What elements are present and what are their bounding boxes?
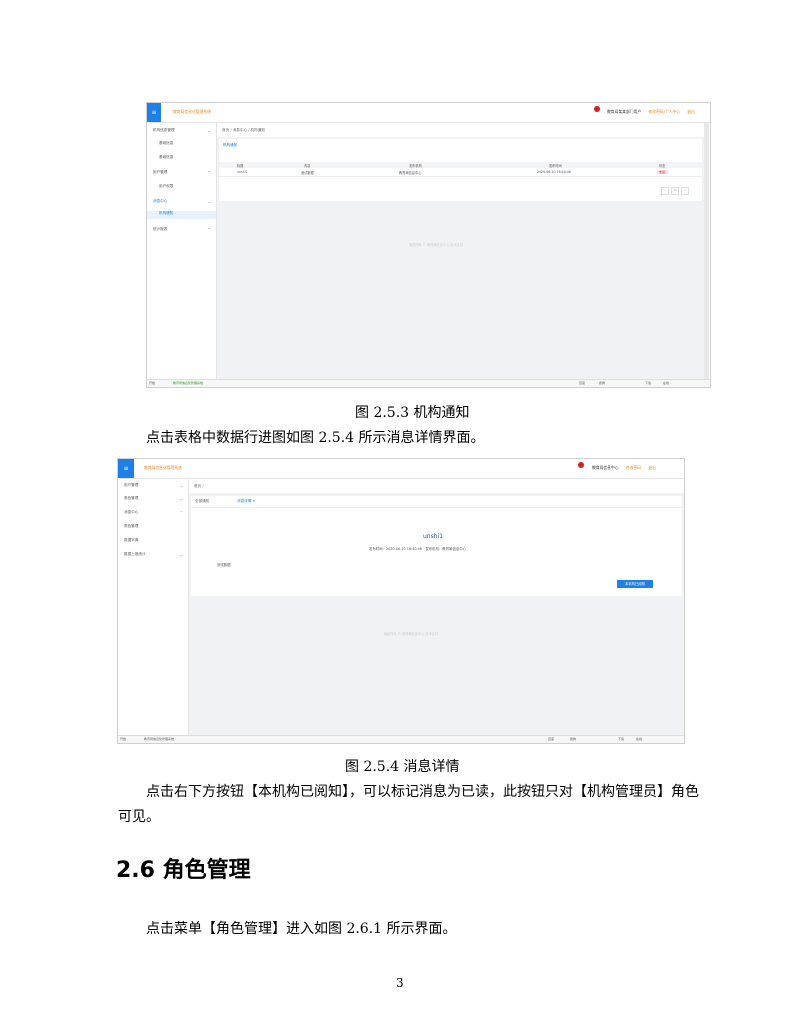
screenshot-institution-notice: ≡ 教育局信息化管理系统 教育局某某部门用户 修改密码/个人中心 退出 机构信息…	[146, 102, 711, 388]
taskbar-item[interactable]: 教育局信息化管理系统	[173, 381, 203, 385]
taskbar-start[interactable]: 开始	[149, 381, 155, 385]
cell-org: 教育局信息中心	[399, 171, 422, 175]
vertical-scrollbar[interactable]	[704, 123, 709, 380]
table-header-time: 发布时间	[549, 164, 562, 168]
breadcrumb: 首页 /	[194, 484, 204, 488]
notification-bell-icon[interactable]	[578, 462, 584, 468]
sidebar-item-report-stats[interactable]: 数据上报统计 ⌄	[118, 552, 188, 557]
sidebar-item-basic-info-2[interactable]: 基础信息	[147, 155, 216, 160]
sidebar-item-role-mgmt-2[interactable]: 角色管理	[118, 524, 188, 529]
header-user[interactable]: 教育局信息中心	[592, 465, 619, 470]
sidebar: 用户管理 ⌄ 角色管理 ⌄ 消息中心 ⌃ 角色管理 数据字典 数据上报统计 ⌄	[118, 479, 189, 736]
sidebar-item-user-perm[interactable]: 用户权限	[147, 184, 216, 189]
message-body: 测试数据	[217, 563, 231, 567]
taskbar-right-3[interactable]: 下载	[618, 737, 624, 741]
table-header-org: 发布机构	[409, 164, 422, 168]
detail-panel: 全部通知 消息详情 × unshi1 发布时间：2020-06-10 16:40…	[191, 496, 682, 596]
acknowledge-button[interactable]: 本机构已阅知	[617, 580, 653, 588]
paragraph-2-line-1: 点击右下方按钮【本机构已阅知】，可以标记消息为已读，此按钮只对【机构管理员】角色	[146, 784, 699, 800]
table-header	[219, 162, 702, 168]
table-row[interactable]: unshi1 测试数据 教育局信息中心 2020-06-10 16:40:46 …	[219, 169, 702, 177]
app-header: ≡ 教育局信息化管理系统 教育局某某部门用户 修改密码/个人中心 退出	[147, 103, 710, 123]
paragraph-2-line-2: 可见。	[118, 809, 160, 825]
pager-prev-button[interactable]: ‹	[661, 187, 669, 195]
sidebar-item-role-mgmt[interactable]: 角色管理 ⌄	[118, 496, 188, 501]
chevron-down-icon: ⌄	[179, 483, 183, 488]
header-right: 教育局某某部门用户 修改密码/个人中心 退出	[601, 109, 695, 115]
cell-time: 2020-06-10 16:40:46	[537, 170, 571, 174]
chevron-down-icon: ⌄	[207, 199, 211, 204]
sidebar: 机构信息管理 ⌄ 基础信息 基础信息 用户管理 ⌃ 用户权限 消息中心 ⌄ 机构通知 …	[147, 123, 217, 380]
header-user[interactable]: 教育局某某部门用户	[607, 109, 641, 114]
taskbar-right-4[interactable]: 在线	[636, 737, 642, 741]
chevron-up-icon: ⌃	[207, 170, 211, 175]
footer-faint-text: 版权所有 © 教育局信息中心 技术支持	[409, 243, 464, 247]
screenshot-message-detail: ≡ 教育局信息化管理系统 教育局信息中心 修改密码 退出 用户管理 ⌄ 角色管理 ⌄…	[117, 458, 685, 744]
sidebar-item-basic-info-1[interactable]: 基础信息	[147, 141, 216, 146]
footer-faint-text: 版权所有 © 教育局信息中心 技术支持	[384, 632, 439, 636]
header-right: 教育局信息中心 修改密码 退出	[586, 465, 656, 471]
header-password-link[interactable]: 修改密码	[626, 465, 641, 470]
app-logo[interactable]: ≡	[118, 459, 134, 478]
taskbar: 开始 教育局信息化管理系统 百度 搜狗 下载 在线	[118, 735, 684, 743]
taskbar-right-2[interactable]: 搜狗	[570, 737, 576, 741]
tab-all-notices[interactable]: 全部通知	[195, 499, 209, 504]
taskbar-right-3[interactable]: 下载	[645, 381, 651, 385]
sidebar-item-user-mgmt[interactable]: 用户管理 ⌃	[147, 170, 216, 175]
tab-divider	[191, 507, 682, 508]
chevron-down-icon: ⌄	[179, 496, 183, 501]
section-heading: 2.6 角色管理	[116, 858, 251, 883]
pager-next-button[interactable]: ›	[681, 187, 689, 195]
app-title: 教育局信息化管理系统	[144, 465, 182, 470]
table-panel: 机构通知 标题 内容 发布机构 发布时间 状态 unshi1 测试数据 教育局信…	[219, 139, 702, 201]
figure-caption-2: 图 2.5.4 消息详情	[345, 759, 460, 775]
sidebar-item-org-info[interactable]: 机构信息管理 ⌄	[147, 128, 216, 133]
taskbar: 开始 教育局信息化管理系统 百度 搜狗 下载 在线	[147, 379, 710, 387]
chevron-up-icon: ⌃	[207, 227, 211, 232]
message-meta: 发布时间：2020-06-10 16:40:46 发布机构：教育局信息中心	[369, 547, 467, 551]
sidebar-item-institution-notice[interactable]: 机构通知	[147, 211, 216, 219]
chevron-up-icon: ⌃	[179, 510, 183, 515]
taskbar-right-1[interactable]: 百度	[548, 737, 554, 741]
figure-caption-1: 图 2.5.3 机构通知	[355, 405, 470, 421]
taskbar-right-4[interactable]: 在线	[663, 381, 669, 385]
app-logo[interactable]: ≡	[147, 103, 161, 122]
sidebar-item-user-mgmt[interactable]: 用户管理 ⌄	[118, 483, 188, 488]
sidebar-item-message-center[interactable]: 消息中心 ⌄	[147, 199, 216, 204]
sidebar-item-message-center[interactable]: 消息中心 ⌃	[118, 510, 188, 515]
table-header-title: 标题	[237, 164, 244, 168]
taskbar-item[interactable]: 教育局信息化管理系统	[144, 737, 174, 741]
status-badge: 未读	[657, 170, 668, 174]
table-header-content: 内容	[304, 164, 311, 168]
sidebar-item-stats[interactable]: 统计报表 ⌃	[147, 227, 216, 232]
cell-content: 测试数据	[301, 171, 314, 175]
tab-message-detail[interactable]: 消息详情 ×	[237, 499, 256, 504]
tab-institution-notice[interactable]: 机构通知	[223, 143, 237, 148]
app-header: ≡ 教育局信息化管理系统 教育局信息中心 修改密码 退出	[118, 459, 684, 479]
taskbar-start[interactable]: 开始	[120, 737, 126, 741]
header-logout-link[interactable]: 退出	[648, 465, 656, 470]
paragraph-3: 点击菜单【角色管理】进入如图 2.6.1 所示界面。	[146, 921, 457, 937]
sidebar-item-dictionary[interactable]: 数据字典	[118, 538, 188, 543]
taskbar-right-1[interactable]: 百度	[579, 381, 585, 385]
notification-bell-icon[interactable]	[594, 106, 600, 112]
paragraph-1: 点击表格中数据行进图如图 2.5.4 所示消息详情界面。	[146, 430, 485, 446]
header-logout-link[interactable]: 退出	[687, 109, 695, 114]
taskbar-right-2[interactable]: 搜狗	[599, 381, 605, 385]
breadcrumb-bar: 首页 /	[189, 479, 684, 493]
page-number: 3	[396, 976, 404, 990]
chevron-down-icon: ⌄	[179, 552, 183, 557]
app-title: 教育局信息化管理系统	[173, 109, 211, 114]
message-title: unshi1	[423, 533, 444, 540]
breadcrumb-bar: 首页 / 消息中心 / 机构通知	[217, 123, 704, 137]
pager-page-1[interactable]: 1	[671, 187, 679, 195]
cell-title: unshi1	[237, 170, 248, 174]
table-header-status: 状态	[659, 164, 666, 168]
header-profile-link[interactable]: 修改密码/个人中心	[648, 109, 680, 114]
breadcrumb: 首页 / 消息中心 / 机构通知	[222, 128, 265, 132]
chevron-down-icon: ⌄	[207, 128, 211, 133]
